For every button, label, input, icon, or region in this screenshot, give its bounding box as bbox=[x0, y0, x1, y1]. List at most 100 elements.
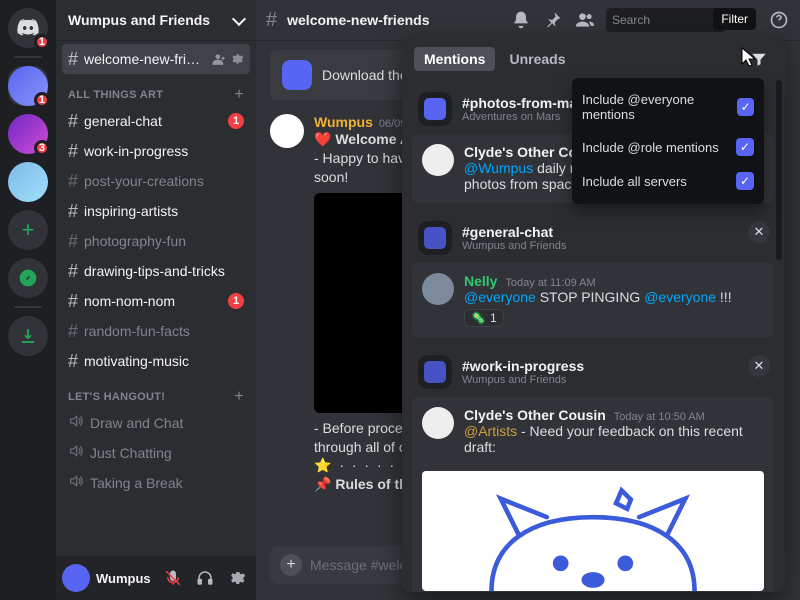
plus-icon[interactable]: + bbox=[234, 388, 244, 406]
pin-emoji: 📌 bbox=[314, 476, 331, 492]
text-channel[interactable]: #work-in-progress bbox=[62, 136, 250, 166]
text-channel[interactable]: #general-chat1 bbox=[62, 106, 250, 136]
category-name: ALL THINGS ART bbox=[68, 89, 163, 101]
server-item[interactable]: 3 bbox=[8, 114, 48, 154]
text-channel[interactable]: # motivating-music bbox=[62, 346, 250, 376]
message-text: STOP PINGING bbox=[536, 289, 644, 305]
tab-unreads[interactable]: Unreads bbox=[499, 47, 575, 71]
mention[interactable]: @everyone bbox=[464, 289, 536, 305]
notifications-button[interactable] bbox=[510, 9, 532, 31]
inbox-tabs: Mentions Unreads bbox=[402, 36, 784, 82]
dismiss-button[interactable]: ✕ bbox=[748, 221, 770, 243]
server-rail: 1 1 3 + bbox=[0, 0, 56, 600]
text-channel[interactable]: #photography-fun bbox=[62, 226, 250, 256]
author-name[interactable]: Wumpus bbox=[314, 114, 373, 130]
message-timestamp: Today at 10:50 AM bbox=[614, 411, 705, 423]
image-attachment[interactable] bbox=[422, 471, 764, 591]
help-button[interactable] bbox=[768, 9, 790, 31]
author-avatar[interactable] bbox=[270, 114, 304, 148]
add-server-button[interactable]: + bbox=[8, 210, 48, 250]
server-icon bbox=[418, 92, 452, 126]
filter-option[interactable]: Include @everyone mentions ✓ bbox=[572, 84, 764, 130]
attach-button[interactable]: + bbox=[280, 554, 302, 576]
people-icon bbox=[575, 10, 595, 30]
text-channel[interactable]: #inspiring-artists bbox=[62, 196, 250, 226]
hash-icon: # bbox=[68, 351, 78, 372]
hash-icon: # bbox=[68, 231, 78, 252]
category-header[interactable]: ALL THINGS ART + bbox=[62, 74, 250, 106]
headphones-icon bbox=[196, 569, 214, 587]
inbox-message[interactable]: Nelly Today at 11:09 AM @everyone STOP P… bbox=[412, 263, 774, 337]
app-icon bbox=[282, 60, 312, 90]
voice-channel[interactable]: Draw and Chat bbox=[62, 408, 250, 438]
add-person-icon[interactable] bbox=[212, 52, 226, 66]
pin-icon bbox=[543, 10, 563, 30]
author-name: Nelly bbox=[464, 273, 497, 289]
home-button[interactable]: 1 bbox=[8, 8, 48, 48]
text-channel[interactable]: #post-your-creations bbox=[62, 166, 250, 196]
author-avatar bbox=[422, 144, 454, 176]
cursor-icon bbox=[740, 46, 758, 68]
cat-drawing bbox=[422, 471, 764, 591]
mute-mic-button[interactable] bbox=[160, 565, 186, 591]
message-timestamp: Today at 11:09 AM bbox=[505, 277, 595, 289]
text-channel[interactable]: #nom-nom-nom1 bbox=[62, 286, 250, 316]
search-input[interactable]: Search bbox=[606, 8, 726, 32]
server-avatar bbox=[8, 162, 48, 202]
hash-icon: # bbox=[68, 291, 78, 312]
home-badge: 1 bbox=[34, 34, 50, 50]
plus-icon[interactable]: + bbox=[234, 86, 244, 104]
hash-icon: # bbox=[68, 261, 78, 282]
server-icon bbox=[418, 355, 452, 389]
inbox-server: Wumpus and Friends bbox=[462, 374, 584, 386]
voice-channel[interactable]: Taking a Break bbox=[62, 468, 250, 498]
inbox-message[interactable]: Clyde's Other Cousin Today at 10:50 AM @… bbox=[412, 397, 774, 592]
channel-name: motivating-music bbox=[84, 353, 244, 369]
members-button[interactable] bbox=[574, 9, 596, 31]
user-settings-button[interactable] bbox=[224, 565, 250, 591]
filter-option[interactable]: Include @role mentions ✓ bbox=[572, 130, 764, 164]
channel-list: # welcome-new-frie… ALL THINGS ART + #ge… bbox=[56, 40, 256, 556]
hash-icon: # bbox=[68, 201, 78, 222]
text-channel[interactable]: #drawing-tips-and-tricks bbox=[62, 256, 250, 286]
voice-channel[interactable]: Just Chatting bbox=[62, 438, 250, 468]
channel-selected[interactable]: # welcome-new-frie… bbox=[62, 44, 250, 74]
deafen-button[interactable] bbox=[192, 565, 218, 591]
filter-dropdown: Include @everyone mentions ✓ Include @ro… bbox=[572, 78, 764, 204]
filter-option[interactable]: Include all servers ✓ bbox=[572, 164, 764, 198]
category-header[interactable]: LET'S HANGOUT! + bbox=[62, 376, 250, 408]
scrollbar[interactable] bbox=[776, 80, 782, 586]
author-name: Clyde's Other Cousin bbox=[464, 407, 606, 423]
compass-icon bbox=[18, 268, 38, 288]
server-header[interactable]: Wumpus and Friends bbox=[56, 0, 256, 40]
author-avatar bbox=[422, 273, 454, 305]
checkbox-checked-icon: ✓ bbox=[736, 172, 754, 190]
mention-badge: 1 bbox=[228, 293, 244, 309]
filter-label: Include @role mentions bbox=[582, 140, 719, 155]
speaker-icon bbox=[68, 413, 84, 434]
hash-icon: # bbox=[68, 111, 78, 132]
user-avatar[interactable] bbox=[62, 564, 90, 592]
mention[interactable]: @Wumpus bbox=[464, 160, 533, 176]
reaction[interactable]: 🦠 1 bbox=[464, 309, 504, 327]
scrollbar-thumb[interactable] bbox=[776, 80, 782, 260]
inbox-group-header[interactable]: #work-in-progress Wumpus and Friends ✕ bbox=[412, 345, 774, 395]
download-button[interactable] bbox=[8, 316, 48, 356]
explore-button[interactable] bbox=[8, 258, 48, 298]
tab-mentions[interactable]: Mentions bbox=[414, 47, 495, 71]
server-item[interactable] bbox=[8, 162, 48, 202]
pinned-button[interactable] bbox=[542, 9, 564, 31]
text-channel[interactable]: #random-fun-facts bbox=[62, 316, 250, 346]
gear-icon[interactable] bbox=[230, 52, 244, 66]
hash-icon: # bbox=[68, 49, 78, 70]
dismiss-button[interactable]: ✕ bbox=[748, 355, 770, 377]
inbox-group-header[interactable]: #general-chat Wumpus and Friends ✕ bbox=[412, 211, 774, 261]
mention[interactable]: @everyone bbox=[644, 289, 716, 305]
server-item-active[interactable]: 1 bbox=[8, 66, 48, 106]
rail-separator bbox=[14, 306, 42, 308]
server-name: Wumpus and Friends bbox=[68, 12, 210, 28]
role-mention[interactable]: @Artists bbox=[464, 423, 517, 439]
reaction-count: 1 bbox=[490, 311, 497, 325]
speaker-icon bbox=[68, 473, 84, 489]
user-panel: Wumpus bbox=[56, 556, 256, 600]
